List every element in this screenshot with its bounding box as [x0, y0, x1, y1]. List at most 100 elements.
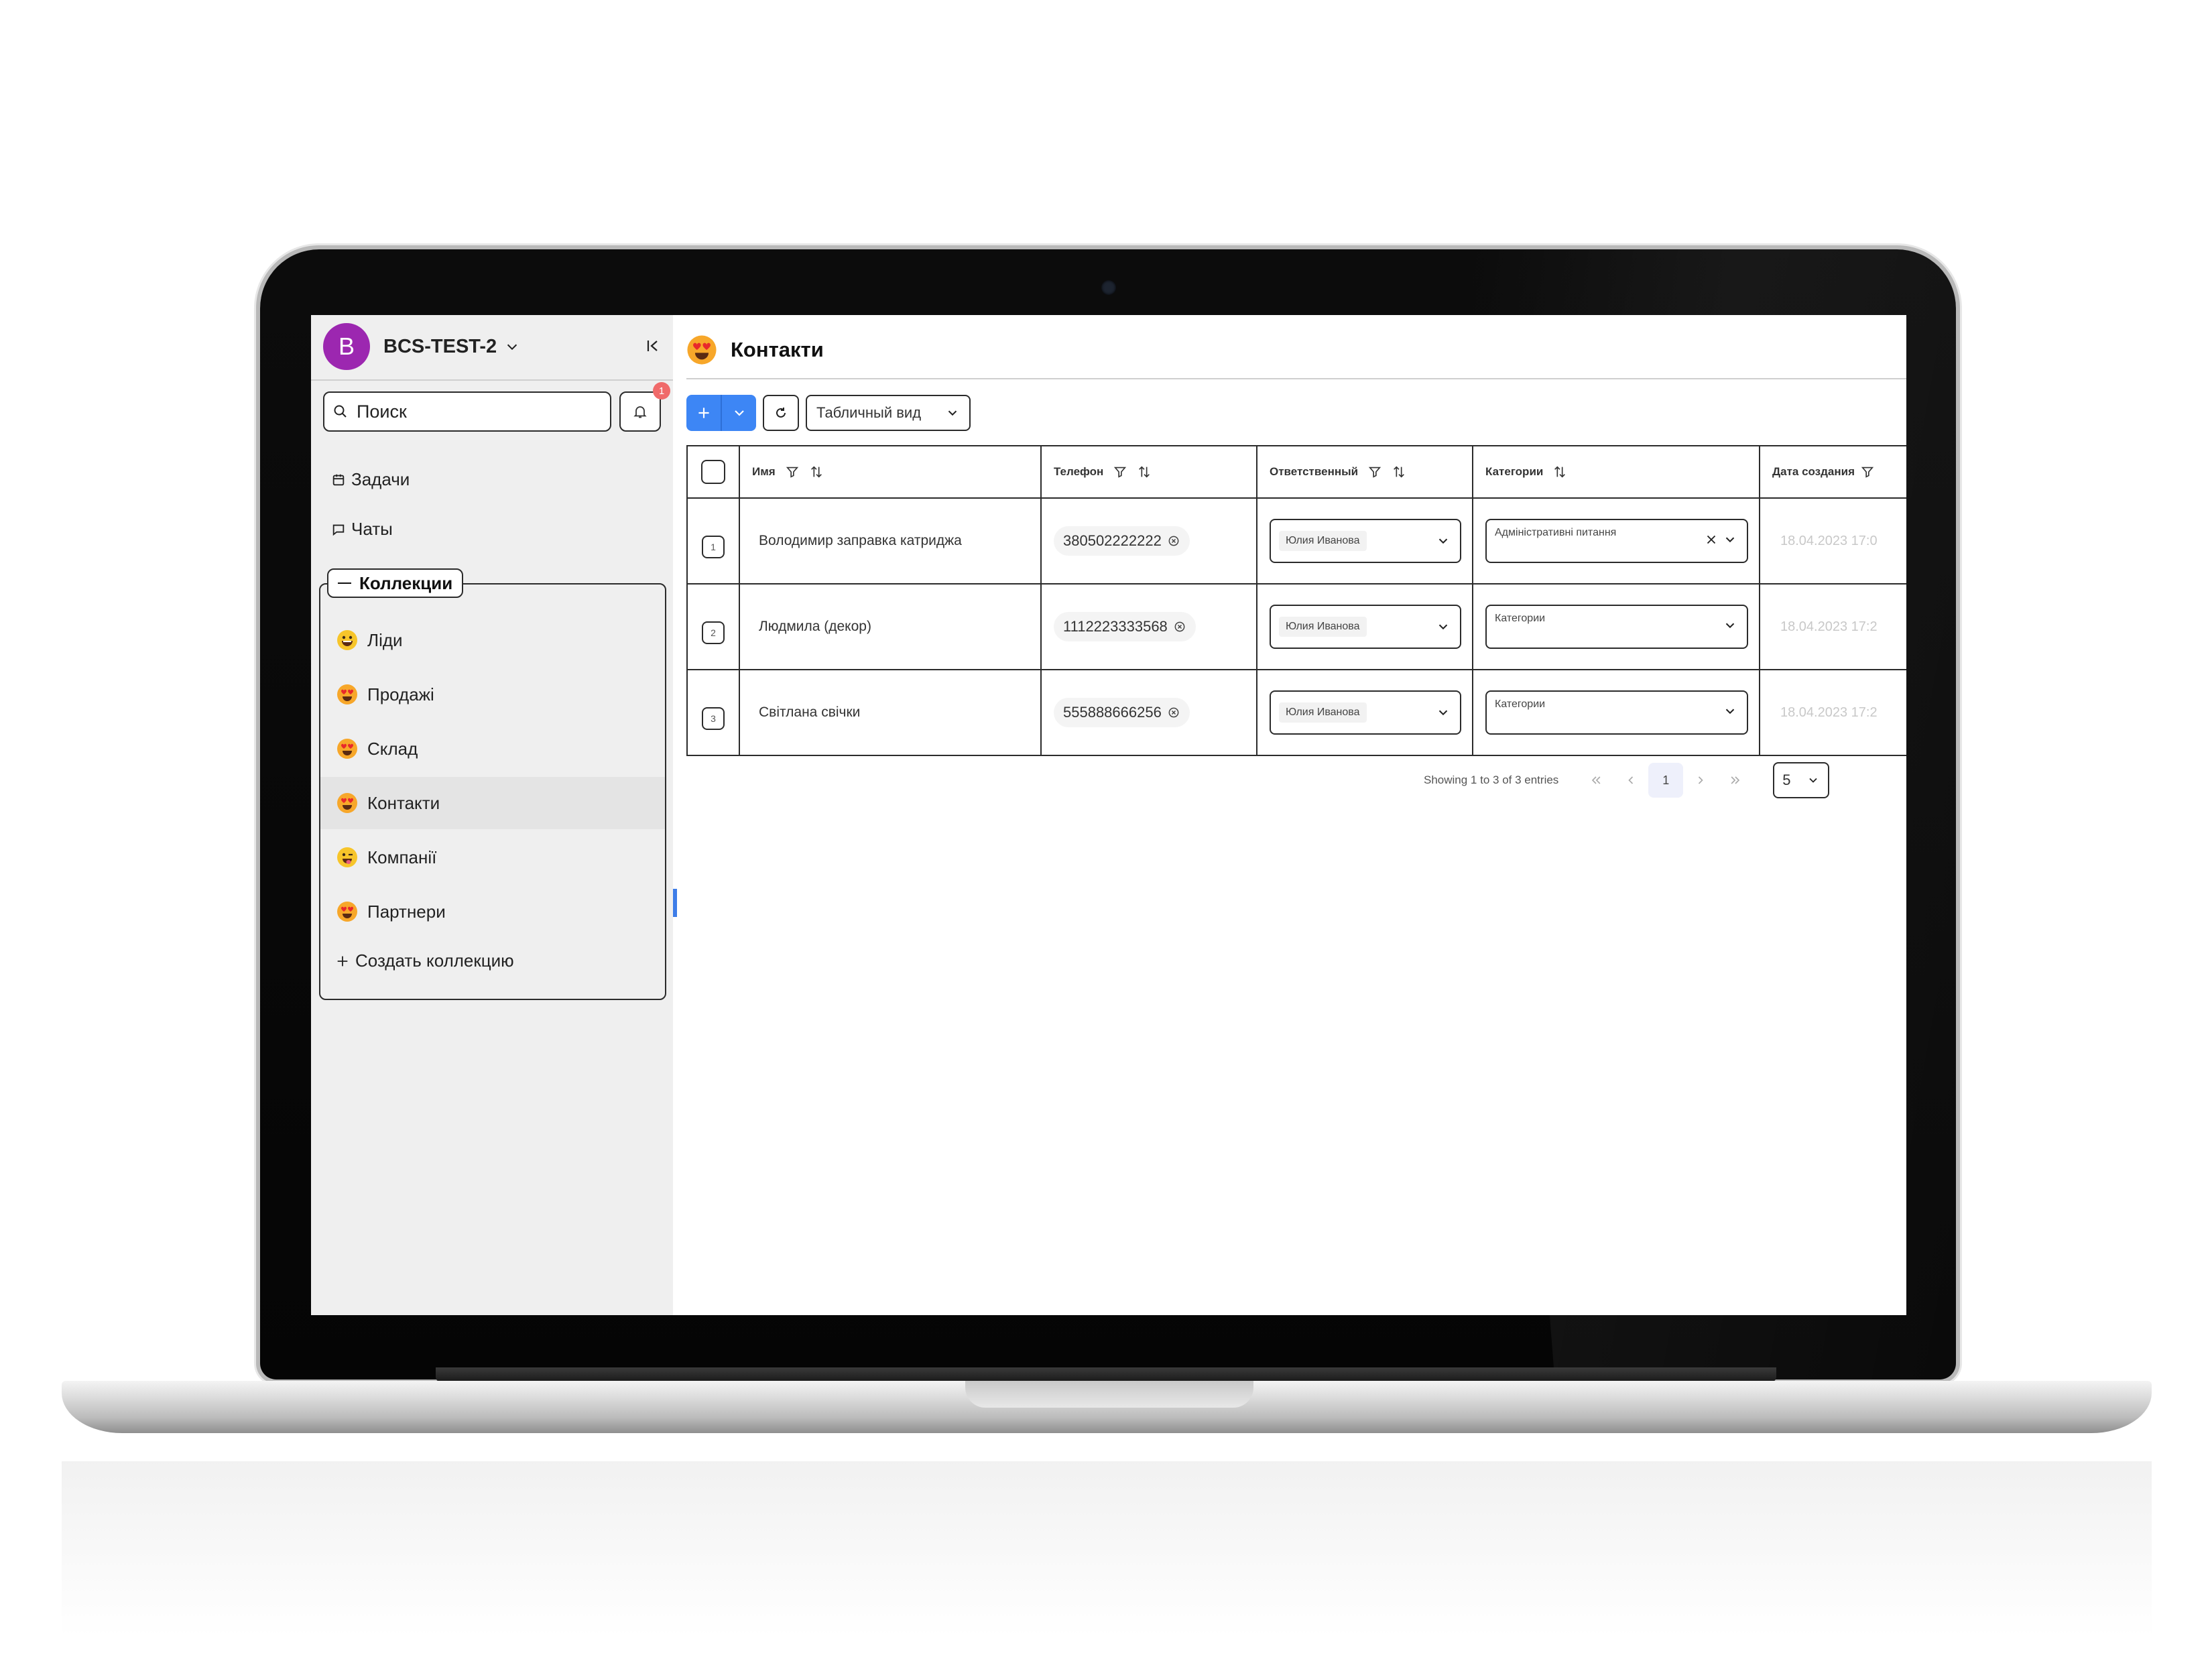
workspace-switcher[interactable]: B BCS-TEST-2: [323, 323, 519, 370]
categories-cell: Адміністративні питання: [1472, 499, 1759, 583]
responsible-select[interactable]: Юлия Иванова: [1270, 605, 1461, 649]
clear-icon[interactable]: [1167, 706, 1180, 719]
table-header-row: Имя Телефон Ответственный Категории Дата…: [686, 446, 1906, 499]
row-number-checkbox[interactable]: 2: [702, 621, 725, 644]
chevron-down-icon: [507, 344, 517, 351]
phone-chip[interactable]: 380502222222: [1054, 526, 1190, 556]
column-label: Телефон: [1054, 465, 1104, 478]
collapse-sidebar-icon[interactable]: [645, 338, 661, 354]
add-record-button[interactable]: [686, 395, 721, 431]
sort-icon[interactable]: [809, 465, 824, 479]
name-cell[interactable]: Світлана свічки: [739, 670, 1040, 755]
column-header-categories[interactable]: Категории: [1472, 446, 1759, 497]
responsible-cell: Юлия Иванова: [1256, 670, 1472, 755]
row-number-checkbox[interactable]: 1: [702, 536, 725, 558]
chevron-down-icon: [1809, 778, 1817, 783]
select-actions: [1704, 532, 1737, 547]
next-page-button[interactable]: [1683, 763, 1718, 798]
create-collection-button[interactable]: Создать коллекцию: [335, 950, 514, 971]
clear-icon[interactable]: [1173, 620, 1186, 633]
sidebar-item-chats[interactable]: Чаты: [331, 519, 393, 540]
filter-icon[interactable]: [785, 465, 800, 479]
column-header-created-date[interactable]: Дата создания: [1759, 446, 1906, 497]
phone-value: 1112223333568: [1063, 618, 1168, 635]
pagination: Showing 1 to 3 of 3 entries 1 5: [1424, 761, 1830, 799]
laptop-hinge: [436, 1367, 1776, 1382]
laptop-reflection: [62, 1461, 2152, 1656]
search-input[interactable]: [355, 400, 599, 423]
phone-chip[interactable]: 555888666256: [1054, 698, 1190, 727]
column-label: Имя: [752, 465, 776, 478]
table-row[interactable]: 3 Світлана свічки 555888666256 Юлия Иван…: [686, 670, 1906, 755]
sort-icon[interactable]: [1552, 465, 1567, 479]
date-cell: 18.04.2023 17:2: [1759, 585, 1906, 669]
add-options-button[interactable]: [721, 395, 756, 431]
categories-select[interactable]: Категории: [1485, 690, 1748, 735]
sort-icon[interactable]: [1392, 465, 1406, 479]
clear-icon[interactable]: [1167, 534, 1180, 548]
responsible-select[interactable]: Юлия Иванова: [1270, 519, 1461, 563]
sidebar-item-label: Контакти: [367, 792, 440, 813]
sidebar-item-warehouse[interactable]: Склад: [320, 723, 665, 775]
filter-icon[interactable]: [1860, 465, 1875, 479]
search-field[interactable]: [323, 391, 611, 432]
sidebar-item-label: Задачи: [351, 469, 410, 489]
phone-value: 380502222222: [1063, 532, 1162, 549]
prev-page-button[interactable]: [1613, 763, 1648, 798]
column-header-phone[interactable]: Телефон: [1040, 446, 1256, 497]
categories-select[interactable]: Адміністративні питання: [1485, 519, 1748, 563]
column-header-responsible[interactable]: Ответственный: [1256, 446, 1472, 497]
sidebar-item-label: Компанії: [367, 847, 437, 867]
sidebar-item-contacts[interactable]: Контакти: [320, 777, 665, 829]
column-header-name[interactable]: Имя: [739, 446, 1040, 497]
table-row[interactable]: 2 Людмила (декор) 1112223333568 Юлия Ива…: [686, 585, 1906, 670]
filter-icon[interactable]: [1367, 465, 1382, 479]
refresh-button[interactable]: [763, 395, 799, 431]
first-page-button[interactable]: [1579, 763, 1613, 798]
heart-eyes-emoji-icon: [337, 793, 357, 813]
contacts-table: Имя Телефон Ответственный Категории Дата…: [686, 445, 1906, 756]
sidebar-item-tasks[interactable]: Задачи: [331, 469, 410, 490]
create-collection-label: Создать коллекцию: [355, 950, 514, 971]
phone-chip[interactable]: 1112223333568: [1054, 612, 1196, 641]
responsible-value: Юлия Иванова: [1279, 702, 1367, 723]
last-page-button[interactable]: [1718, 763, 1753, 798]
sidebar-item-label: Партнери: [367, 901, 446, 922]
heart-eyes-emoji-icon: [337, 902, 357, 922]
chevron-down-icon: [1725, 709, 1735, 715]
collections-header: Коллекции: [359, 572, 453, 593]
name-cell[interactable]: Людмила (декор): [739, 585, 1040, 669]
page-title: Контакти: [731, 338, 824, 361]
close-icon[interactable]: [1704, 532, 1719, 547]
sidebar-item-partners[interactable]: Партнери: [320, 885, 665, 938]
collections-toggle[interactable]: Коллекции: [327, 568, 464, 598]
view-mode-select[interactable]: Табличный вид: [806, 395, 971, 431]
page-button[interactable]: 1: [1648, 763, 1684, 798]
header-select-cell: [686, 446, 739, 497]
filter-icon[interactable]: [1113, 465, 1127, 479]
double-chevron-right-icon: [1731, 776, 1740, 784]
select-actions: [1723, 618, 1737, 633]
contact-name: Людмила (декор): [759, 619, 871, 634]
phone-value: 555888666256: [1063, 704, 1162, 721]
name-cell[interactable]: Володимир заправка катриджа: [739, 499, 1040, 583]
categories-select[interactable]: Категории: [1485, 605, 1748, 649]
chevron-down-icon: [948, 410, 957, 416]
select-all-checkbox[interactable]: [701, 460, 725, 484]
laptop-base-notch: [965, 1381, 1253, 1408]
table-row[interactable]: 1 Володимир заправка катриджа 3805022222…: [686, 499, 1906, 585]
created-date: 18.04.2023 17:2: [1780, 619, 1878, 634]
webcam-icon: [1101, 280, 1116, 295]
notifications-button[interactable]: [619, 391, 661, 432]
heart-eyes-emoji-icon: [337, 684, 357, 704]
sidebar-item-leads[interactable]: Ліди: [320, 614, 665, 666]
sidebar-resize-handle[interactable]: [673, 889, 677, 917]
sidebar-item-companies[interactable]: Компанії: [320, 831, 665, 883]
categories-cell: Категории: [1472, 670, 1759, 755]
page-size-select[interactable]: 5: [1773, 762, 1830, 798]
row-number-checkbox[interactable]: 3: [702, 707, 725, 730]
responsible-select[interactable]: Юлия Иванова: [1270, 690, 1461, 735]
sort-icon[interactable]: [1137, 465, 1152, 479]
sidebar-item-sales[interactable]: Продажі: [320, 668, 665, 721]
heart-eyes-emoji-icon: [687, 335, 717, 365]
